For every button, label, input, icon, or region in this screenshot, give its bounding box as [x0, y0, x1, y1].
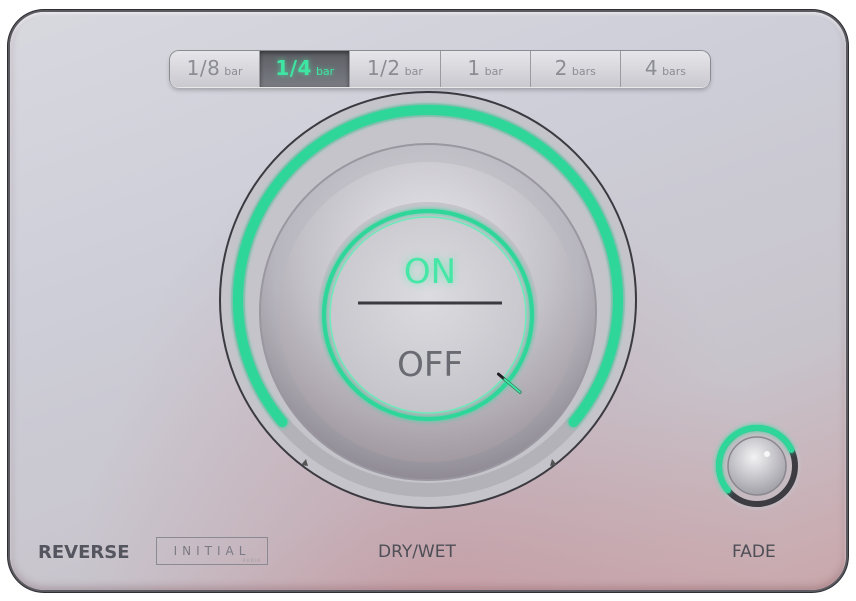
division-unit: bar: [404, 65, 423, 78]
logo-text: INITIAL: [173, 544, 251, 558]
logo-subtext: AUDIO: [242, 558, 261, 563]
division-option[interactable]: 4 bars: [621, 51, 710, 87]
division-option[interactable]: 2 bars: [531, 51, 621, 87]
division-unit: bar: [484, 65, 503, 78]
off-label: OFF: [397, 345, 463, 385]
beat-division-selector: 1/8 bar 1/4 bar 1/2 bar 1 bar 2 bars 4 bars: [170, 51, 710, 87]
plugin-window: 1/8 bar 1/4 bar 1/2 bar 1 bar 2 bars 4 bars: [10, 12, 846, 590]
fade-label: FADE: [732, 542, 776, 562]
division-unit: bar: [224, 65, 243, 78]
division-option[interactable]: 1 bar: [441, 51, 531, 87]
division-option-selected[interactable]: 1/4 bar: [260, 51, 351, 87]
division-value: 1: [467, 56, 481, 80]
division-unit: bars: [662, 65, 687, 78]
division-value: 4: [644, 56, 659, 80]
brand-logo: INITIAL AUDIO: [156, 537, 268, 565]
division-unit: bars: [571, 65, 596, 78]
reverse-button[interactable]: REVERSE: [38, 542, 130, 563]
on-label: ON: [403, 252, 457, 292]
dial-graphics: [219, 91, 801, 510]
division-value: 1/4: [275, 56, 312, 80]
division-value: 2: [554, 56, 568, 80]
division-value: 1/8: [186, 56, 221, 80]
division-unit: bar: [315, 65, 335, 78]
division-value: 1/2: [366, 56, 401, 80]
fade-knob[interactable]: [727, 436, 787, 496]
division-option[interactable]: 1/8 bar: [170, 51, 261, 87]
division-option[interactable]: 1/2 bar: [350, 51, 441, 87]
dry-wet-label: DRY/WET: [378, 542, 456, 562]
